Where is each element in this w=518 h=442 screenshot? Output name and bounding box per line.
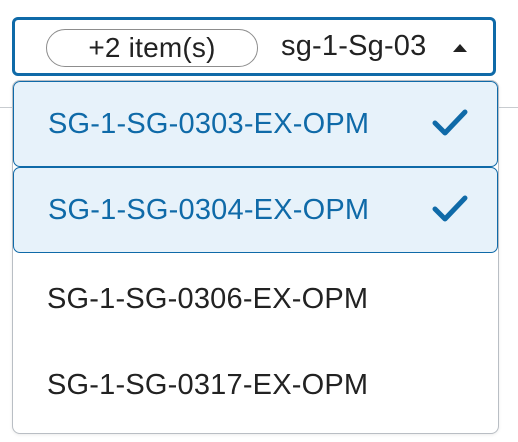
multiselect-input[interactable]: +2 item(s) sg-1-Sg-03 bbox=[12, 17, 496, 76]
chip-label: +2 item(s) bbox=[88, 32, 216, 63]
checkmark-icon bbox=[432, 195, 468, 222]
selected-count-chip[interactable]: +2 item(s) bbox=[46, 29, 258, 67]
dropdown-option[interactable]: SG-1-SG-0306-EX-OPM bbox=[13, 256, 498, 342]
search-input-text[interactable]: sg-1-Sg-03 bbox=[281, 30, 426, 63]
option-label: SG-1-SG-0303-EX-OPM bbox=[48, 107, 370, 140]
dropdown-list: SG-1-SG-0303-EX-OPM SG-1-SG-0304-EX-OPM … bbox=[12, 80, 499, 434]
multiselect-stage: +2 item(s) sg-1-Sg-03 SG-1-SG-0303-EX-OP… bbox=[0, 0, 518, 442]
option-label: SG-1-SG-0304-EX-OPM bbox=[48, 193, 370, 226]
checkmark-icon bbox=[432, 109, 468, 136]
option-label: SG-1-SG-0306-EX-OPM bbox=[47, 282, 369, 315]
caret-up-icon[interactable] bbox=[453, 44, 467, 52]
dropdown-option[interactable]: SG-1-SG-0303-EX-OPM bbox=[13, 81, 498, 167]
dropdown-option[interactable]: SG-1-SG-0317-EX-OPM bbox=[13, 342, 498, 428]
dropdown-option[interactable]: SG-1-SG-0304-EX-OPM bbox=[13, 167, 498, 253]
option-label: SG-1-SG-0317-EX-OPM bbox=[47, 368, 369, 401]
